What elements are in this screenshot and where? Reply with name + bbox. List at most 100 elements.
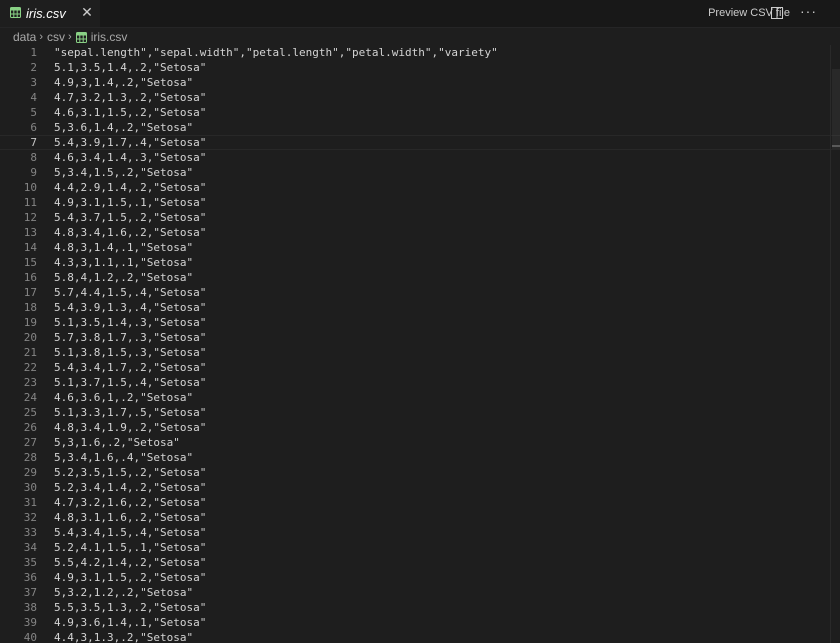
line-content: 4.9,3.1,1.5,.2,"Setosa" xyxy=(54,571,207,584)
code-line[interactable]: 20 5.7,3.8,1.7,.3,"Setosa" xyxy=(0,330,840,345)
code-line[interactable]: 10 4.4,2.9,1.4,.2,"Setosa" xyxy=(0,180,840,195)
breadcrumb: data › csv › iris.csv xyxy=(13,29,127,45)
scrollbar-thumb[interactable] xyxy=(832,69,840,149)
line-content: 4.9,3,1.4,.2,"Setosa" xyxy=(54,76,194,89)
line-content: 4.8,3,1.4,.1,"Setosa" xyxy=(54,241,194,254)
line-number: 17 xyxy=(23,286,37,299)
line-content: 4.6,3.4,1.4,.3,"Setosa" xyxy=(54,151,207,164)
code-line[interactable]: 12 5.4,3.7,1.5,.2,"Setosa" xyxy=(0,210,840,225)
code-line[interactable]: 19 5.1,3.5,1.4,.3,"Setosa" xyxy=(0,315,840,330)
more-actions-icon[interactable]: ··· xyxy=(800,4,816,21)
line-number: 14 xyxy=(23,241,37,254)
line-content: "sepal.length","sepal.width","petal.leng… xyxy=(54,46,498,59)
code-line[interactable]: 31 4.7,3.2,1.6,.2,"Setosa" xyxy=(0,495,840,510)
tab-iris-csv[interactable]: iris.csv ✕ xyxy=(0,0,100,27)
code-line[interactable]: 40 4.4,3,1.3,.2,"Setosa" xyxy=(0,630,840,643)
line-number: 5 xyxy=(30,106,37,119)
line-number: 11 xyxy=(23,196,37,209)
line-number: 18 xyxy=(23,301,37,314)
line-number: 23 xyxy=(23,376,37,389)
code-line[interactable]: 38 5.5,3.5,1.3,.2,"Setosa" xyxy=(0,600,840,615)
code-line[interactable]: 15 4.3,3,1.1,.1,"Setosa" xyxy=(0,255,840,270)
code-line[interactable]: 3 4.9,3,1.4,.2,"Setosa" xyxy=(0,75,840,90)
code-line[interactable]: 17 5.7,4.4,1.5,.4,"Setosa" xyxy=(0,285,840,300)
code-line[interactable]: 6 5,3.6,1.4,.2,"Setosa" xyxy=(0,120,840,135)
line-content: 5.4,3.9,1.7,.4,"Setosa" xyxy=(54,136,207,149)
code-line[interactable]: 37 5,3.2,1.2,.2,"Setosa" xyxy=(0,585,840,600)
code-line[interactable]: 36 4.9,3.1,1.5,.2,"Setosa" xyxy=(0,570,840,585)
code-line[interactable]: 18 5.4,3.9,1.3,.4,"Setosa" xyxy=(0,300,840,315)
code-line[interactable]: 29 5.2,3.5,1.5,.2,"Setosa" xyxy=(0,465,840,480)
code-line[interactable]: 8 4.6,3.4,1.4,.3,"Setosa" xyxy=(0,150,840,165)
line-number: 22 xyxy=(23,361,37,374)
code-line[interactable]: 16 5.8,4,1.2,.2,"Setosa" xyxy=(0,270,840,285)
code-line[interactable]: 25 5.1,3.3,1.7,.5,"Setosa" xyxy=(0,405,840,420)
line-number: 25 xyxy=(23,406,37,419)
chevron-right-icon: › xyxy=(39,31,44,43)
code-line[interactable]: 11 4.9,3.1,1.5,.1,"Setosa" xyxy=(0,195,840,210)
code-line[interactable]: 30 5.2,3.4,1.4,.2,"Setosa" xyxy=(0,480,840,495)
close-icon[interactable]: ✕ xyxy=(80,5,94,19)
line-content: 5.2,3.4,1.4,.2,"Setosa" xyxy=(54,481,207,494)
code-line[interactable]: 24 4.6,3.6,1,.2,"Setosa" xyxy=(0,390,840,405)
line-number: 26 xyxy=(23,421,37,434)
code-line[interactable]: 26 4.8,3.4,1.9,.2,"Setosa" xyxy=(0,420,840,435)
line-number: 20 xyxy=(23,331,37,344)
line-number: 19 xyxy=(23,316,37,329)
line-number: 13 xyxy=(23,226,37,239)
line-content: 5.7,4.4,1.5,.4,"Setosa" xyxy=(54,286,207,299)
line-number: 4 xyxy=(30,91,37,104)
line-content: 4.3,3,1.1,.1,"Setosa" xyxy=(54,256,194,269)
code-line[interactable]: 5 4.6,3.1,1.5,.2,"Setosa" xyxy=(0,105,840,120)
breadcrumb-item-csv[interactable]: csv xyxy=(47,30,65,44)
line-number: 35 xyxy=(23,556,37,569)
line-number: 10 xyxy=(23,181,37,194)
code-line[interactable]: 21 5.1,3.8,1.5,.3,"Setosa" xyxy=(0,345,840,360)
code-line[interactable]: 4 4.7,3.2,1.3,.2,"Setosa" xyxy=(0,90,840,105)
line-content: 5.1,3.5,1.4,.3,"Setosa" xyxy=(54,316,207,329)
line-number: 38 xyxy=(23,601,37,614)
line-number: 34 xyxy=(23,541,37,554)
line-content: 5.4,3.9,1.3,.4,"Setosa" xyxy=(54,301,207,314)
line-number: 7 xyxy=(30,136,37,149)
line-content: 4.4,3,1.3,.2,"Setosa" xyxy=(54,631,194,643)
line-content: 5.4,3.4,1.7,.2,"Setosa" xyxy=(54,361,207,374)
line-number: 1 xyxy=(30,46,37,59)
line-number: 9 xyxy=(30,166,37,179)
vertical-scrollbar[interactable] xyxy=(830,45,840,643)
line-content: 5.1,3.5,1.4,.2,"Setosa" xyxy=(54,61,207,74)
line-content: 5.2,3.5,1.5,.2,"Setosa" xyxy=(54,466,207,479)
line-number: 3 xyxy=(30,76,37,89)
line-number: 33 xyxy=(23,526,37,539)
line-content: 5,3.6,1.4,.2,"Setosa" xyxy=(54,121,194,134)
line-number: 12 xyxy=(23,211,37,224)
code-line[interactable]: 9 5,3.4,1.5,.2,"Setosa" xyxy=(0,165,840,180)
code-line[interactable]: 33 5.4,3.4,1.5,.4,"Setosa" xyxy=(0,525,840,540)
code-line[interactable]: 13 4.8,3.4,1.6,.2,"Setosa" xyxy=(0,225,840,240)
breadcrumb-item-iris-csv[interactable]: iris.csv xyxy=(91,30,128,44)
line-number: 2 xyxy=(30,61,37,74)
code-line[interactable]: 7 5.4,3.9,1.7,.4,"Setosa" xyxy=(0,135,840,150)
code-line[interactable]: 2 5.1,3.5,1.4,.2,"Setosa" xyxy=(0,60,840,75)
code-line[interactable]: 32 4.8,3.1,1.6,.2,"Setosa" xyxy=(0,510,840,525)
code-line[interactable]: 14 4.8,3,1.4,.1,"Setosa" xyxy=(0,240,840,255)
line-content: 5,3.4,1.5,.2,"Setosa" xyxy=(54,166,194,179)
code-line[interactable]: 35 5.5,4.2,1.4,.2,"Setosa" xyxy=(0,555,840,570)
code-line[interactable]: 1 "sepal.length","sepal.width","petal.len… xyxy=(0,45,840,60)
code-editor[interactable]: 1 "sepal.length","sepal.width","petal.len… xyxy=(0,45,840,643)
line-content: 4.8,3.4,1.6,.2,"Setosa" xyxy=(54,226,207,239)
code-line[interactable]: 22 5.4,3.4,1.7,.2,"Setosa" xyxy=(0,360,840,375)
breadcrumb-item-data[interactable]: data xyxy=(13,30,36,44)
split-editor-icon[interactable] xyxy=(771,7,783,19)
line-content: 4.9,3.6,1.4,.1,"Setosa" xyxy=(54,616,207,629)
chevron-right-icon: › xyxy=(68,31,72,43)
line-content: 5,3.2,1.2,.2,"Setosa" xyxy=(54,586,194,599)
code-line[interactable]: 34 5.2,4.1,1.5,.1,"Setosa" xyxy=(0,540,840,555)
code-line[interactable]: 27 5,3,1.6,.2,"Setosa" xyxy=(0,435,840,450)
code-line[interactable]: 28 5,3.4,1.6,.4,"Setosa" xyxy=(0,450,840,465)
table-icon xyxy=(75,31,87,43)
line-content: 4.7,3.2,1.3,.2,"Setosa" xyxy=(54,91,207,104)
line-number: 30 xyxy=(23,481,37,494)
code-line[interactable]: 39 4.9,3.6,1.4,.1,"Setosa" xyxy=(0,615,840,630)
code-line[interactable]: 23 5.1,3.7,1.5,.4,"Setosa" xyxy=(0,375,840,390)
